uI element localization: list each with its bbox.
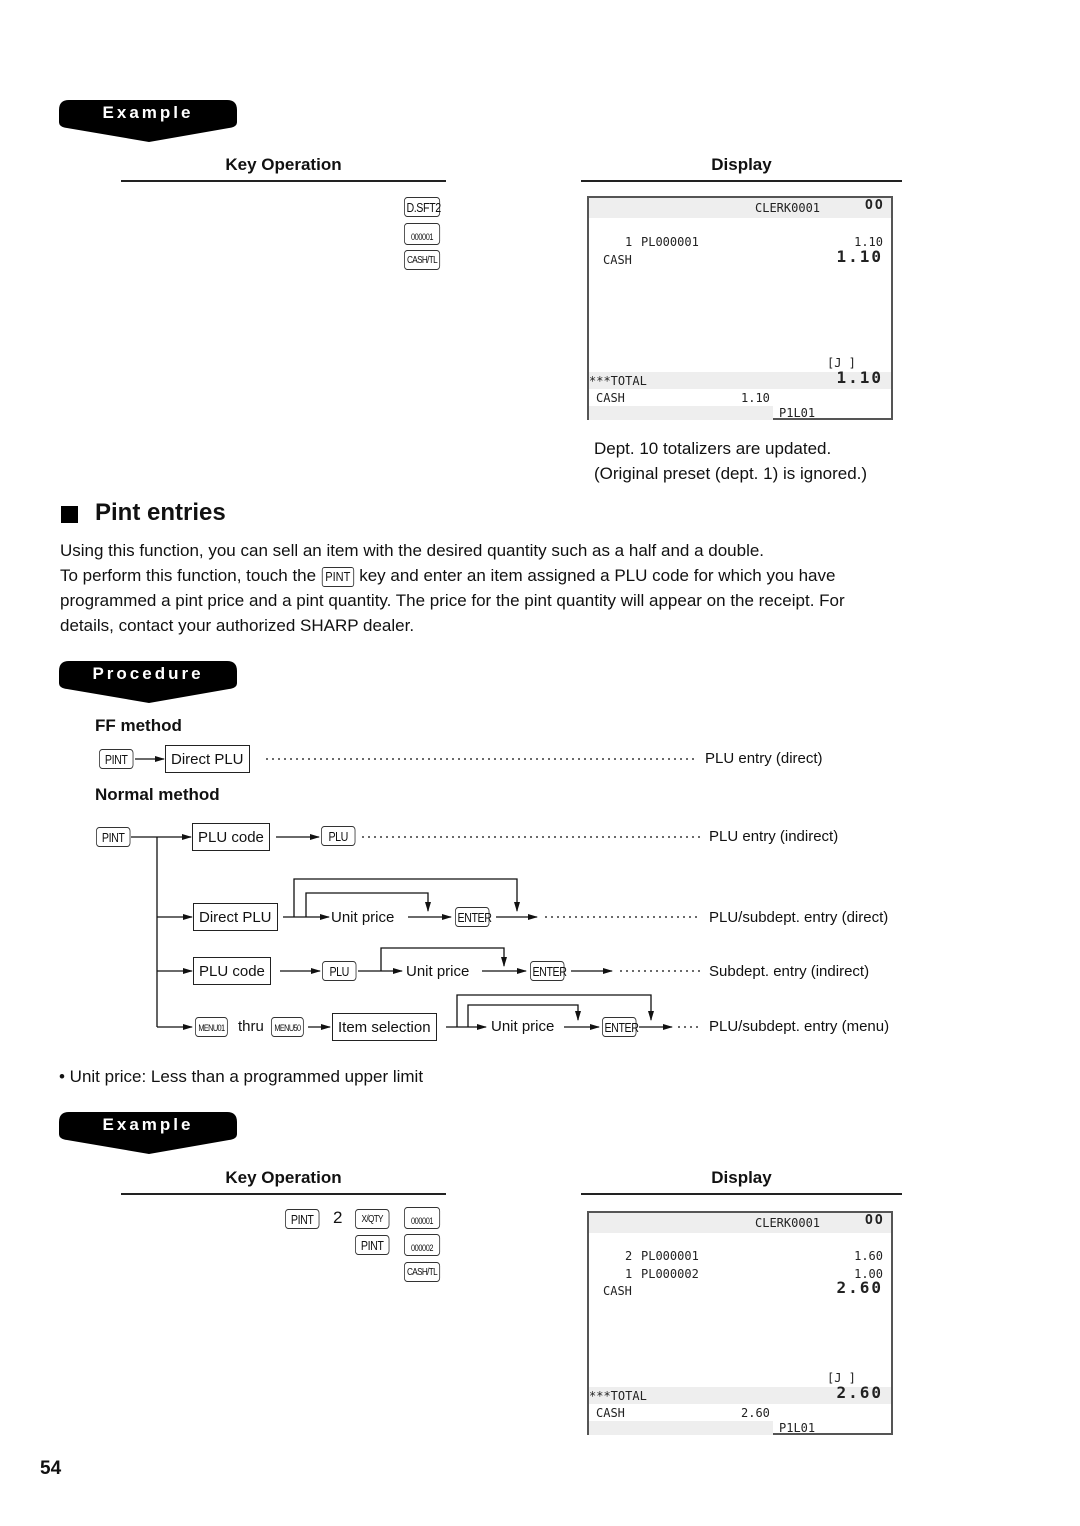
key-menu01[interactable]: MENU01 — [195, 1017, 228, 1037]
key-pint[interactable]: PINT — [285, 1209, 320, 1229]
total-label: ***TOTAL — [589, 1389, 647, 1403]
divider — [121, 1193, 446, 1195]
clerk-label: CLERK0001 — [755, 1216, 821, 1230]
result-label: PLU entry (indirect) — [709, 828, 839, 845]
flow-diagram-lines — [131, 756, 700, 1030]
thru-label: thru — [238, 1018, 264, 1035]
quantity-value: 2 — [333, 1208, 343, 1227]
item-amount: 1.60 — [854, 1249, 883, 1263]
result-label: PLU entry (direct) — [705, 750, 823, 767]
unit-price-label: Unit price — [331, 909, 395, 926]
cash-amount: 2.60 — [836, 1278, 883, 1297]
footer-cash-label: CASH — [596, 1406, 625, 1420]
result-label: PLU/subdept. entry (direct) — [709, 909, 889, 926]
key-plu-000001[interactable]: 000001 — [404, 1207, 441, 1229]
cash-label: CASH — [603, 1284, 632, 1298]
key-enter[interactable]: ENTER — [602, 1017, 639, 1037]
example-banner: Example — [59, 1112, 237, 1154]
bullet-note: • Unit price: Less than a programmed upp… — [59, 1067, 424, 1086]
status-icon: OO — [865, 1213, 885, 1228]
key-x-qty[interactable]: X/QTY — [355, 1209, 390, 1229]
banner-label: Example — [102, 1115, 194, 1134]
key-menu50[interactable]: MENU50 — [271, 1017, 304, 1037]
key-plu[interactable]: PLU — [322, 961, 357, 981]
normal-method-heading: Normal method — [95, 785, 220, 804]
result-label: PLU/subdept. entry (menu) — [709, 1018, 890, 1035]
key-pint[interactable]: PINT — [355, 1235, 390, 1255]
plu-code-box: PLU code — [192, 823, 270, 851]
direct-plu-box: Direct PLU — [193, 903, 278, 931]
item-qty: 2 — [625, 1249, 633, 1263]
plu-code-box: PLU code — [193, 957, 271, 985]
key-operation-heading: Key Operation — [225, 1168, 342, 1187]
direct-plu-box: Direct PLU — [165, 745, 250, 773]
item-selection-box: Item selection — [332, 1013, 437, 1041]
key-plu[interactable]: PLU — [321, 826, 356, 846]
page-number: 54 — [40, 1458, 62, 1479]
item-qty: 1 — [625, 1267, 633, 1281]
item-code: PL000002 — [641, 1267, 699, 1281]
key-plu-000002[interactable]: 000002 — [404, 1234, 441, 1256]
footer-cash-amount: 2.60 — [741, 1406, 770, 1420]
key-enter[interactable]: ENTER — [455, 907, 492, 927]
divider — [581, 1193, 902, 1195]
unit-price-label: Unit price — [406, 963, 470, 980]
item-code: PL000001 — [641, 1249, 699, 1263]
key-cash-total[interactable]: CASH/TL — [404, 1262, 441, 1282]
total-amount: 2.60 — [836, 1383, 883, 1402]
display-heading: Display — [711, 1168, 772, 1187]
footer-code: P1L01 — [779, 1421, 816, 1435]
register-display: CLERK0001 OO 2 PL000001 1.60 1 PL000002 … — [587, 1211, 893, 1435]
key-pint[interactable]: PINT — [99, 749, 134, 769]
unit-price-label: Unit price — [491, 1018, 555, 1035]
result-label: Subdept. entry (indirect) — [709, 963, 870, 980]
key-pint[interactable]: PINT — [96, 827, 131, 847]
key-enter[interactable]: ENTER — [530, 961, 567, 981]
